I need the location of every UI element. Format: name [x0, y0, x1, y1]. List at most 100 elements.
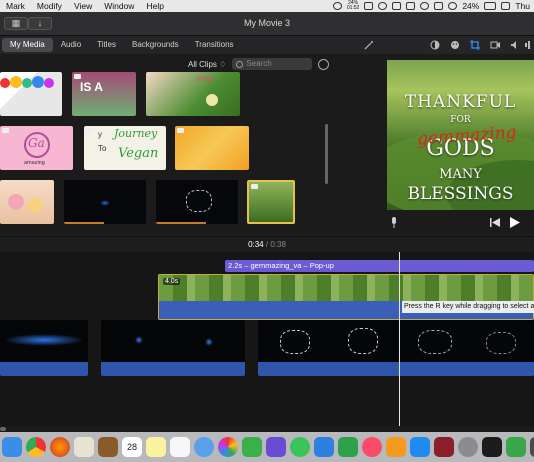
light-spot: [205, 338, 213, 346]
color-balance-icon[interactable]: [430, 40, 440, 50]
photobooth-icon[interactable]: [434, 437, 454, 457]
media-thumb-shop[interactable]: shop: [146, 72, 240, 116]
notes-brown-icon[interactable]: [98, 437, 118, 457]
imovie-icon[interactable]: [266, 437, 286, 457]
media-thumb-ga-amazing[interactable]: Ga amazing: [0, 126, 73, 170]
particle-burst: [186, 190, 212, 212]
battery-icon[interactable]: [484, 2, 497, 10]
stabilization-icon[interactable]: [490, 40, 500, 50]
microphone-icon[interactable]: [390, 217, 398, 228]
time-separator: /: [265, 240, 269, 249]
primary-video-clip[interactable]: 4.0s: [158, 274, 534, 320]
display-icon[interactable]: [434, 2, 444, 10]
settings-icon[interactable]: [458, 437, 478, 457]
music-icon[interactable]: [362, 437, 382, 457]
timeline-scroll-knob[interactable]: [0, 427, 6, 431]
numbers-icon[interactable]: [338, 437, 358, 457]
thumb-text-amazing: amazing: [24, 160, 45, 166]
magic-wand-icon[interactable]: [364, 40, 374, 50]
media-thumb-blue-light[interactable]: [64, 180, 146, 224]
activity-monitor-icon[interactable]: [482, 437, 502, 457]
media-thumb-is-a[interactable]: IS A: [72, 72, 136, 116]
search-input[interactable]: Search: [232, 58, 313, 70]
appstore-icon[interactable]: [410, 437, 430, 457]
thumb-text-ga: Ga: [28, 136, 45, 150]
playhead[interactable]: [399, 252, 400, 432]
video-preview: THANKFUL FOR GODS MANY BLESSINGS gemmazi…: [387, 60, 534, 210]
light-spot: [100, 200, 110, 206]
timeline-clip-particles[interactable]: [258, 320, 534, 376]
menubar-clock[interactable]: Thu: [515, 1, 530, 11]
tab-transitions[interactable]: Transitions: [187, 38, 242, 52]
clip-duration-badge: 4.0s: [163, 278, 181, 285]
volume-icon[interactable]: [420, 2, 430, 10]
balloon-shape: [32, 76, 44, 88]
skip-back-icon[interactable]: [490, 218, 500, 227]
color-palette-icon[interactable]: [450, 40, 460, 50]
thumb-text-shop: shop: [196, 74, 214, 83]
menu-extra-icon[interactable]: [364, 2, 374, 10]
messages-icon[interactable]: [290, 437, 310, 457]
volume-adjust-icon[interactable]: [510, 40, 520, 50]
bluetooth-icon[interactable]: [406, 2, 416, 10]
screen-icon[interactable]: [392, 2, 402, 10]
balloon-shape: [44, 78, 54, 88]
menu-help[interactable]: Help: [140, 1, 169, 11]
media-thumb-thankful-selected[interactable]: [247, 180, 295, 224]
menu-modify[interactable]: Modify: [31, 1, 68, 11]
browser-scrollbar[interactable]: [325, 124, 328, 184]
menu-view[interactable]: View: [68, 1, 98, 11]
evernote-icon[interactable]: [506, 437, 526, 457]
photos-icon[interactable]: [218, 437, 238, 457]
tab-backgrounds[interactable]: Backgrounds: [124, 38, 187, 52]
list-icon[interactable]: [170, 437, 190, 457]
media-thumb-balloons[interactable]: [0, 72, 62, 116]
thumb-text-is-a: IS A: [80, 80, 103, 94]
wifi-icon[interactable]: [448, 2, 458, 10]
media-thumb-orange[interactable]: [175, 126, 249, 170]
battery-time-indicator: 24% 01:52: [347, 1, 360, 11]
preview-line-thankful: THANKFUL: [404, 92, 517, 112]
decor-shape: [206, 94, 218, 106]
maps-icon[interactable]: [74, 437, 94, 457]
timeline-clip-blue-light[interactable]: [0, 320, 88, 376]
timecode-bar: 0:34 / 0:38: [0, 236, 534, 252]
crop-icon[interactable]: [470, 40, 480, 50]
clip-filter-select[interactable]: All Clips ♢: [188, 60, 226, 69]
tab-titles[interactable]: Titles: [89, 38, 124, 52]
chrome-icon[interactable]: [26, 437, 46, 457]
timeline-clip-dark-sparks[interactable]: [101, 320, 245, 376]
noise-reduction-icon[interactable]: [524, 40, 534, 50]
dropbox-icon[interactable]: [332, 2, 342, 10]
keynote-icon[interactable]: [314, 437, 334, 457]
camera-icon: [2, 128, 9, 133]
media-tabs: My Media Audio Titles Backgrounds Transi…: [0, 36, 334, 54]
media-thumb-particles[interactable]: [156, 180, 238, 224]
balloon-shape: [22, 78, 32, 88]
preview-icon[interactable]: [194, 437, 214, 457]
flag-icon[interactable]: [501, 2, 511, 10]
calendar-icon[interactable]: 28: [122, 437, 142, 457]
menu-mark[interactable]: Mark: [0, 1, 31, 11]
books-icon[interactable]: [386, 437, 406, 457]
finder-icon[interactable]: [2, 437, 22, 457]
usage-bar: [64, 222, 104, 224]
light-spot: [135, 336, 143, 344]
title-clip[interactable]: 2.2s – gemmazing_va – Pop-up: [225, 260, 534, 272]
tab-audio[interactable]: Audio: [53, 38, 89, 52]
firefox-icon[interactable]: [50, 437, 70, 457]
facetime-icon[interactable]: [242, 437, 262, 457]
dock: 28: [0, 432, 534, 462]
notes-icon[interactable]: [146, 437, 166, 457]
camera-icon: [86, 128, 93, 133]
media-thumb-journey-vegan[interactable]: y Journey To Vegan: [84, 126, 166, 170]
sync-icon[interactable]: [378, 2, 388, 10]
browser-settings-icon[interactable]: [318, 58, 330, 70]
play-icon[interactable]: [510, 217, 520, 228]
scripts-icon[interactable]: [530, 437, 534, 457]
menu-window[interactable]: Window: [98, 1, 140, 11]
preview-line-blessings: BLESSINGS: [407, 184, 514, 204]
clip-audio-bar: [258, 362, 534, 376]
tab-my-media[interactable]: My Media: [2, 38, 53, 52]
media-thumb-flowers[interactable]: [0, 180, 54, 224]
